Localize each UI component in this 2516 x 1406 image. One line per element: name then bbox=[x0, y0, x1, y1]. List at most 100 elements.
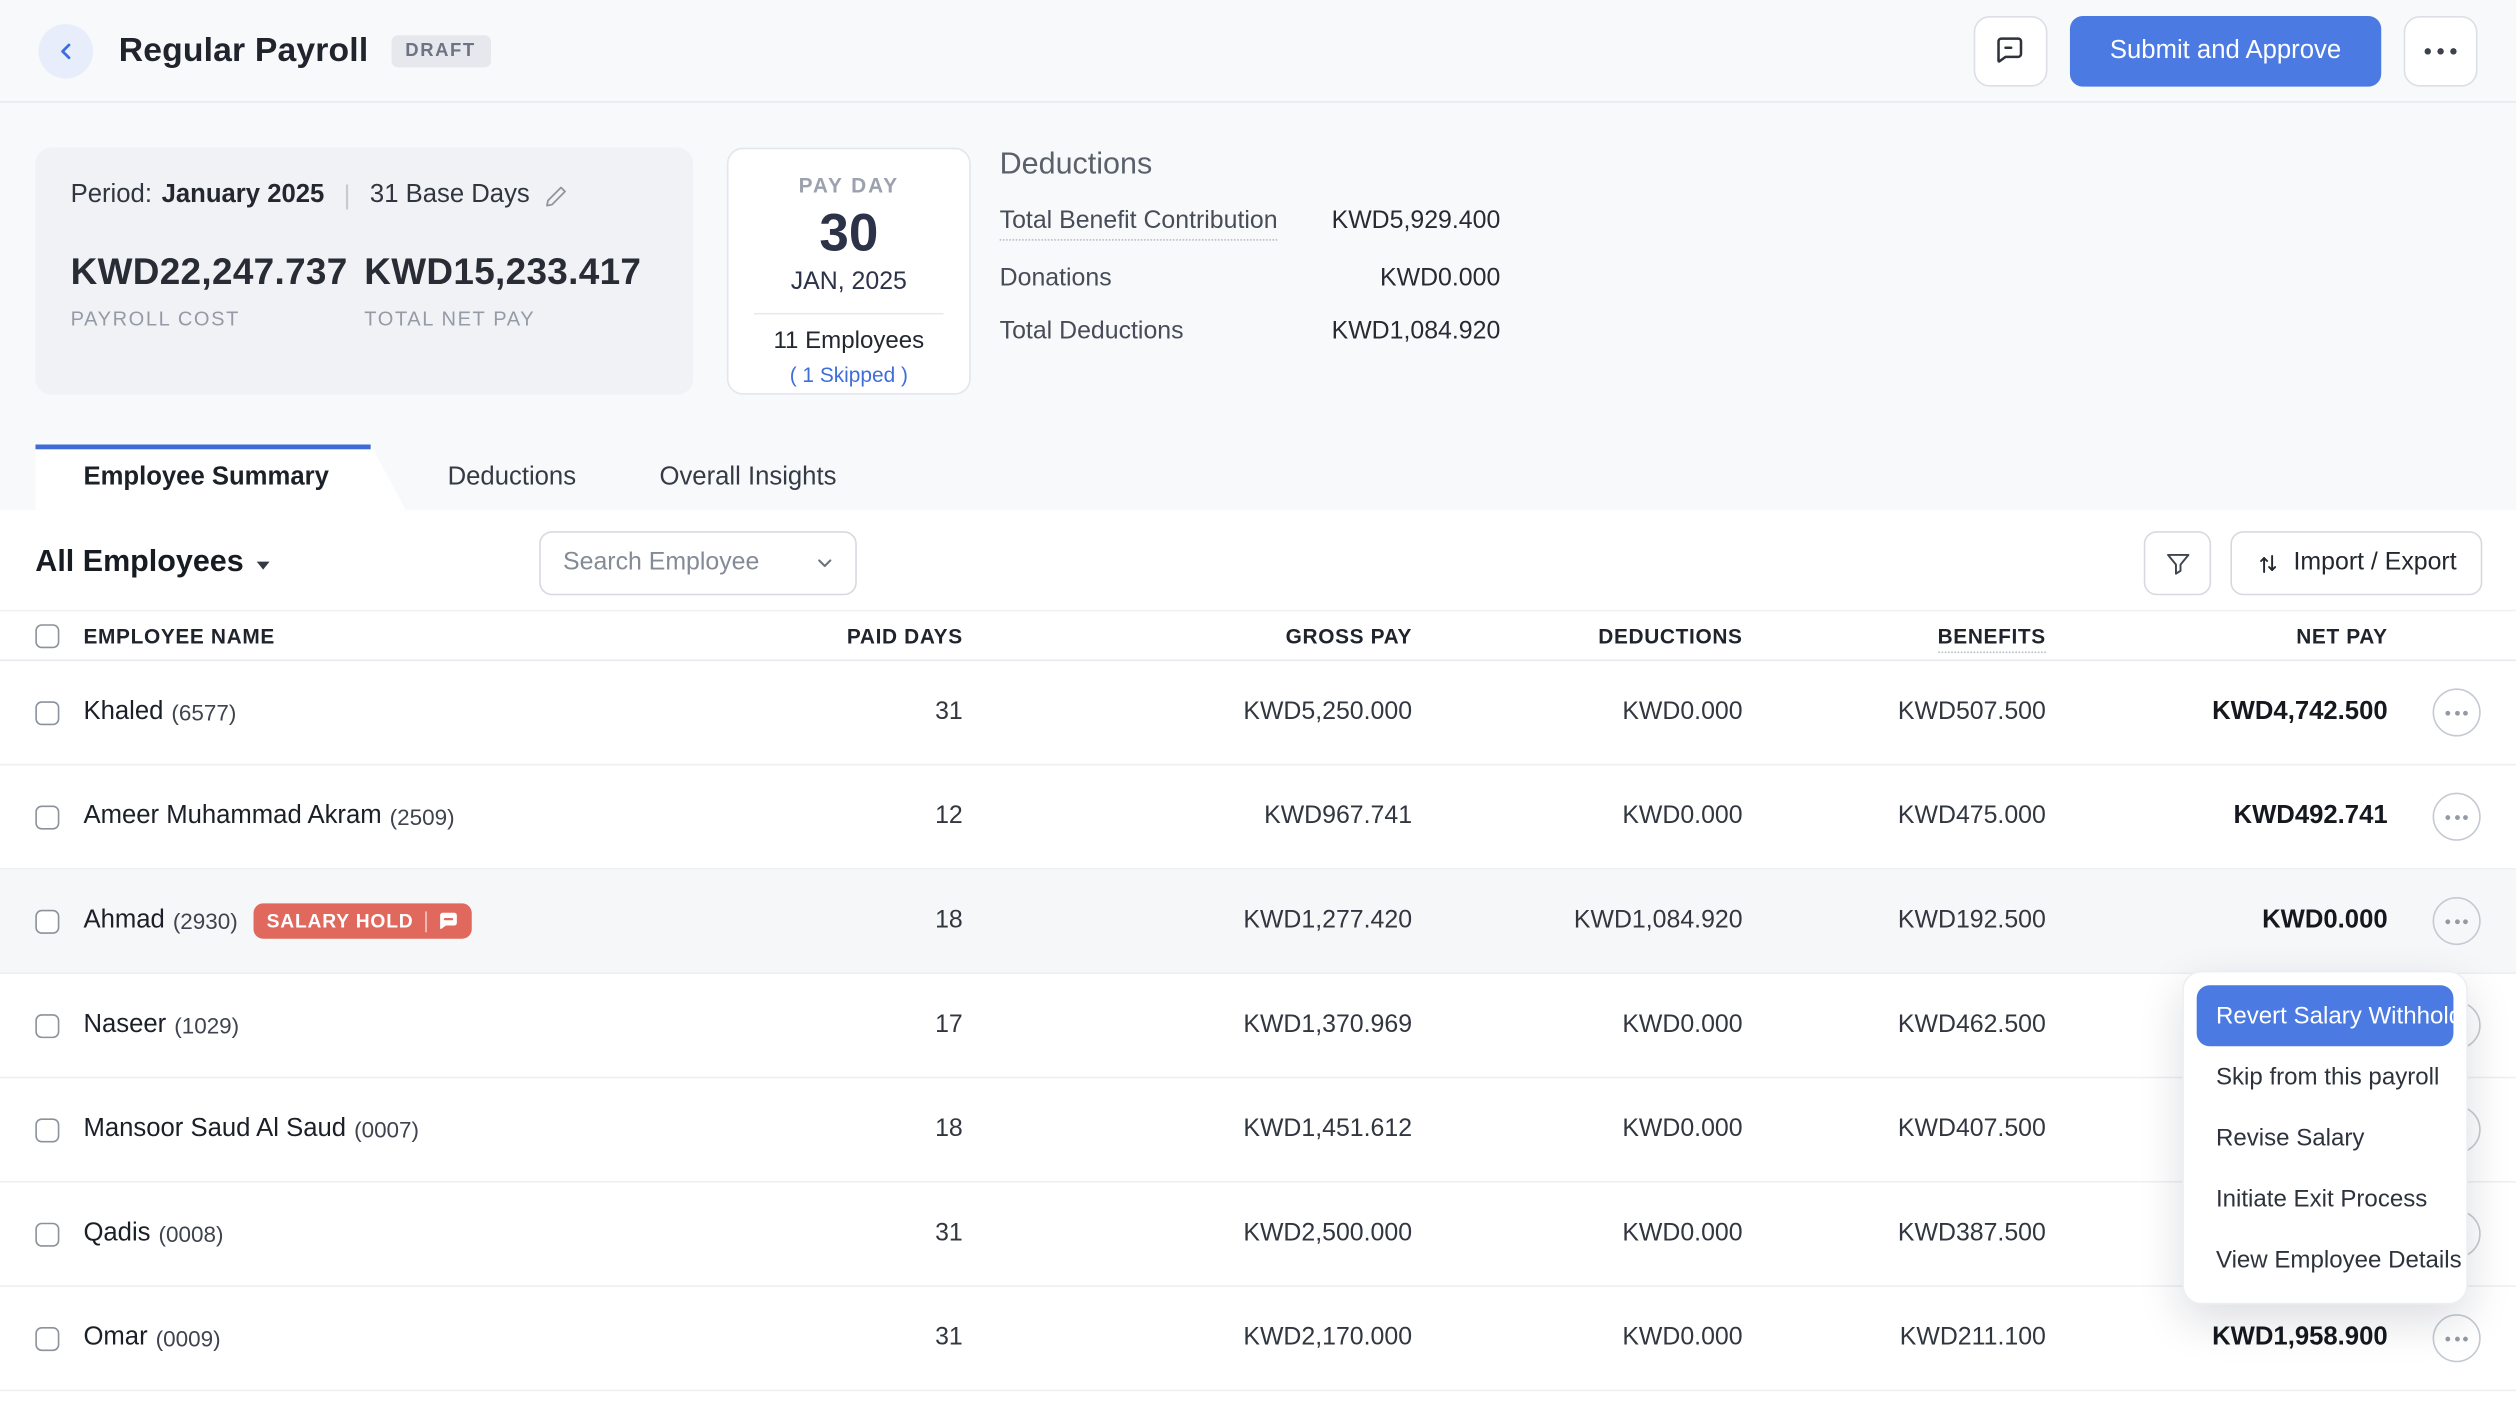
gross-pay-cell: KWD2,500.000 bbox=[963, 1219, 1412, 1248]
deductions-title: Deductions bbox=[1000, 148, 1501, 183]
total-net-pay-label: TOTAL NET PAY bbox=[364, 308, 658, 330]
paid-days-cell: 31 bbox=[818, 1219, 962, 1248]
group-filter-label: All Employees bbox=[35, 546, 243, 581]
divider bbox=[425, 911, 427, 932]
employee-cell: Qadis(0008) bbox=[83, 1219, 818, 1248]
menu-item-revert-salary-withhold[interactable]: Revert Salary Withhold bbox=[2197, 985, 2454, 1046]
comment-bubble-icon bbox=[438, 911, 459, 930]
deductions-rows: Total Benefit Contribution KWD5,929.400 Do… bbox=[1000, 207, 1501, 347]
search-employee-input[interactable] bbox=[563, 549, 813, 578]
funnel-icon bbox=[2164, 550, 2191, 577]
import-export-button[interactable]: Import / Export bbox=[2231, 531, 2482, 595]
employee-id: (2509) bbox=[390, 804, 455, 830]
gross-pay-cell: KWD1,277.420 bbox=[963, 907, 1412, 936]
deductions-cell: KWD0.000 bbox=[1412, 1324, 1743, 1353]
pay-day-date: 30 bbox=[728, 202, 969, 263]
payroll-app: Regular Payroll DRAFT Submit and Approve… bbox=[0, 0, 2516, 1406]
table-header: EMPLOYEE NAME PAID DAYS GROSS PAY DEDUCT… bbox=[0, 610, 2516, 661]
benefits-cell: KWD407.500 bbox=[1743, 1115, 2046, 1144]
row-actions-button[interactable] bbox=[2433, 1314, 2481, 1362]
menu-item-view-employee-details[interactable]: View Employee Details bbox=[2197, 1229, 2454, 1290]
deduction-label[interactable]: Total Benefit Contribution bbox=[1000, 207, 1278, 241]
tab-bar: Employee SummaryDeductionsOverall Insigh… bbox=[0, 444, 2516, 510]
period-label: Period: bbox=[71, 181, 152, 210]
row-checkbox[interactable] bbox=[35, 700, 59, 724]
paid-days-cell: 31 bbox=[818, 698, 962, 727]
pay-day-label: PAY DAY bbox=[728, 173, 969, 197]
header-actions: Submit and Approve bbox=[1974, 15, 2478, 86]
salary-hold-badge[interactable]: SALARY HOLD bbox=[254, 903, 471, 938]
comment-icon bbox=[1994, 34, 2028, 68]
chevron-down-icon bbox=[813, 552, 835, 574]
employee-table-body: Khaled(6577)31KWD5,250.000KWD0.000KWD507… bbox=[0, 661, 2516, 1391]
deductions-cell: KWD0.000 bbox=[1412, 698, 1743, 727]
row-actions-button[interactable] bbox=[2433, 688, 2481, 736]
column-net-pay: NET PAY bbox=[2046, 623, 2388, 647]
employee-summary-panel: All Employees Impo bbox=[0, 510, 2516, 1405]
summary-amounts: KWD22,247.737 PAYROLL COST KWD15,233.417… bbox=[71, 250, 658, 330]
more-actions-button[interactable] bbox=[2404, 15, 2478, 86]
deduction-value: KWD5,929.400 bbox=[1332, 207, 1501, 241]
chevron-left-icon bbox=[53, 38, 79, 64]
select-all-checkbox[interactable] bbox=[35, 623, 59, 647]
employee-group-filter[interactable]: All Employees bbox=[35, 546, 269, 581]
submit-and-approve-button[interactable]: Submit and Approve bbox=[2070, 15, 2381, 86]
employee-name: Qadis bbox=[83, 1219, 150, 1248]
benefits-cell: KWD192.500 bbox=[1743, 907, 2046, 936]
row-checkbox[interactable] bbox=[35, 805, 59, 829]
employee-name: Khaled bbox=[83, 698, 163, 727]
table-row: Mansoor Saud Al Saud(0007)18KWD1,451.612… bbox=[0, 1078, 2516, 1182]
import-export-label: Import / Export bbox=[2294, 549, 2457, 578]
page-title: Regular Payroll bbox=[119, 31, 369, 70]
table-row: Naseer(1029)17KWD1,370.969KWD0.000KWD462… bbox=[0, 974, 2516, 1078]
skipped-count-link[interactable]: ( 1 Skipped ) bbox=[728, 363, 969, 387]
employee-cell: Mansoor Saud Al Saud(0007) bbox=[83, 1115, 818, 1144]
deduction-label: Total Deductions bbox=[1000, 318, 1184, 347]
deduction-row: DonationsKWD0.000 bbox=[1000, 265, 1501, 294]
paid-days-cell: 17 bbox=[818, 1011, 962, 1040]
table-row: Qadis(0008)31KWD2,500.000KWD0.000KWD387.… bbox=[0, 1183, 2516, 1287]
deduction-value: KWD1,084.920 bbox=[1332, 318, 1501, 347]
comment-button[interactable] bbox=[1974, 15, 2048, 86]
deduction-value: KWD0.000 bbox=[1380, 265, 1500, 294]
back-button[interactable] bbox=[39, 23, 94, 78]
table-row: Ahmad(2930)SALARY HOLD18KWD1,277.420KWD1… bbox=[0, 870, 2516, 974]
active-tab-indicator bbox=[35, 444, 370, 449]
net-pay-cell: KWD1,958.900 bbox=[2046, 1324, 2388, 1353]
employee-search-combobox[interactable] bbox=[539, 531, 857, 595]
deductions-cell: KWD1,084.920 bbox=[1412, 907, 1743, 936]
row-checkbox[interactable] bbox=[35, 1222, 59, 1246]
employee-id: (0009) bbox=[156, 1325, 221, 1351]
employee-cell: Ameer Muhammad Akram(2509) bbox=[83, 802, 818, 831]
filter-button[interactable] bbox=[2144, 531, 2211, 595]
row-actions-button[interactable] bbox=[2433, 897, 2481, 945]
row-checkbox[interactable] bbox=[35, 1326, 59, 1350]
column-paid-days: PAID DAYS bbox=[818, 623, 962, 647]
menu-item-initiate-exit-process[interactable]: Initiate Exit Process bbox=[2197, 1168, 2454, 1229]
tab-deductions[interactable]: Deductions bbox=[406, 444, 618, 510]
employee-name: Naseer bbox=[83, 1011, 166, 1040]
tab-employee-summary[interactable]: Employee Summary bbox=[35, 444, 406, 510]
gross-pay-cell: KWD5,250.000 bbox=[963, 698, 1412, 727]
deduction-row: Total Benefit Contribution KWD5,929.400 bbox=[1000, 207, 1501, 241]
edit-pencil-icon[interactable] bbox=[544, 184, 568, 208]
row-checkbox[interactable] bbox=[35, 1013, 59, 1037]
deductions-cell: KWD0.000 bbox=[1412, 1219, 1743, 1248]
column-benefits: BENEFITS bbox=[1743, 623, 2046, 647]
employee-cell: Omar(0009) bbox=[83, 1324, 818, 1353]
period-card: Period: January 2025 | 31 Base Days KWD2… bbox=[35, 148, 693, 395]
pay-day-month: JAN, 2025 bbox=[728, 268, 969, 297]
employee-name: Ahmad bbox=[83, 907, 164, 936]
deduction-row: Total Deductions KWD1,084.920 bbox=[1000, 318, 1501, 347]
employee-cell: Naseer(1029) bbox=[83, 1011, 818, 1040]
row-actions-button[interactable] bbox=[2433, 793, 2481, 841]
top-section: Regular Payroll DRAFT Submit and Approve… bbox=[0, 0, 2516, 510]
menu-item-revise-salary[interactable]: Revise Salary bbox=[2197, 1107, 2454, 1168]
row-checkbox[interactable] bbox=[35, 1118, 59, 1142]
tab-overall-insights[interactable]: Overall Insights bbox=[618, 444, 878, 510]
row-checkbox[interactable] bbox=[35, 909, 59, 933]
divider: | bbox=[344, 180, 351, 212]
paid-days-cell: 31 bbox=[818, 1324, 962, 1353]
menu-item-skip-from-this-payroll[interactable]: Skip from this payroll bbox=[2197, 1046, 2454, 1107]
ellipsis-icon bbox=[2425, 47, 2457, 53]
